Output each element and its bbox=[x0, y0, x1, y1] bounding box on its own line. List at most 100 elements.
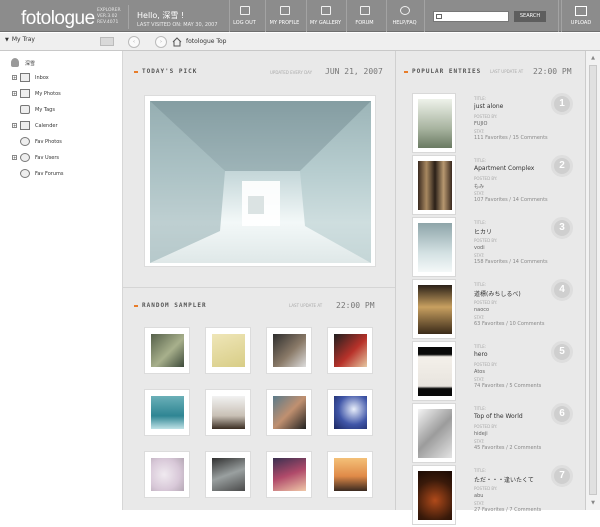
entry-thumbnail[interactable] bbox=[412, 93, 456, 153]
sampler-photo[interactable] bbox=[327, 451, 373, 498]
entry-title[interactable]: hero bbox=[474, 351, 488, 358]
entry-title[interactable]: ヒカリ bbox=[474, 227, 492, 236]
entry-title-key: TITLE: bbox=[474, 344, 487, 349]
upload-button[interactable]: UPLOAD bbox=[561, 0, 600, 32]
entry-title[interactable]: just alone bbox=[474, 103, 503, 110]
todays-pick-image bbox=[150, 101, 371, 263]
sidebar-item-label: Fav Photos bbox=[35, 139, 62, 145]
popular-entries-panel: POPULAR ENTRIES LAST UPDATE AT 22:00 PM … bbox=[395, 51, 586, 525]
popular-entry[interactable]: TITLE: hero POSTED BY: Atos STAT: 74 Fav… bbox=[396, 341, 586, 403]
entry-thumbnail[interactable] bbox=[412, 217, 456, 277]
tag-icon bbox=[20, 105, 30, 114]
help-faq-button[interactable]: HELP/FAQ bbox=[386, 0, 422, 32]
entry-stats: 107 Favorites / 14 Comments bbox=[474, 197, 548, 203]
popular-entry[interactable]: TITLE: ヒカリ POSTED BY: vodi STAT: 158 Fav… bbox=[396, 217, 586, 279]
my-gallery-button[interactable]: MY GALLERY bbox=[306, 0, 344, 32]
expand-toggle[interactable]: + bbox=[12, 75, 17, 80]
sampler-photo[interactable] bbox=[266, 327, 312, 374]
popular-entry[interactable]: TITLE: Top of the World POSTED BY: hidej… bbox=[396, 403, 586, 465]
expand-toggle[interactable]: + bbox=[12, 155, 17, 160]
inbox-icon bbox=[20, 73, 30, 82]
random-sampler-title-text: RANDOM SAMPLER bbox=[142, 302, 207, 309]
entry-image bbox=[418, 347, 452, 396]
popular-entry[interactable]: TITLE: ただ・・・逢いたくて POSTED BY: abu STAT: 2… bbox=[396, 465, 586, 527]
sampler-photo[interactable] bbox=[266, 389, 312, 436]
todays-pick-title-text: TODAY'S PICK bbox=[142, 68, 198, 75]
sampler-photo[interactable] bbox=[144, 327, 190, 374]
fav-users-icon bbox=[20, 153, 30, 162]
entry-thumbnail[interactable] bbox=[412, 341, 456, 401]
forum-button[interactable]: FORUM bbox=[346, 0, 382, 32]
popular-entry[interactable]: TITLE: 道標(みちしるべ) POSTED BY: naoco STAT: … bbox=[396, 279, 586, 341]
entry-stats: 63 Favorites / 10 Comments bbox=[474, 321, 545, 327]
pick-date: JUN 21, 2007 bbox=[325, 67, 383, 76]
back-button[interactable]: ‹ bbox=[128, 36, 140, 48]
scroll-up-icon[interactable]: ▲ bbox=[588, 54, 598, 62]
entry-thumbnail[interactable] bbox=[412, 155, 456, 215]
entry-thumbnail[interactable] bbox=[412, 279, 456, 339]
search-input[interactable] bbox=[433, 11, 509, 22]
entry-title-key: TITLE: bbox=[474, 96, 487, 101]
expand-toggle[interactable]: + bbox=[12, 123, 17, 128]
entry-stat-key: STAT: bbox=[474, 315, 485, 320]
entry-title[interactable]: Top of the World bbox=[474, 413, 523, 420]
sampler-photo[interactable] bbox=[266, 451, 312, 498]
fav-photos-icon bbox=[20, 137, 30, 146]
entry-stat-key: STAT: bbox=[474, 501, 485, 506]
entry-thumbnail[interactable] bbox=[412, 465, 456, 525]
entry-title[interactable]: ただ・・・逢いたくて bbox=[474, 475, 534, 484]
popular-entry[interactable]: TITLE: Apartment Complex POSTED BY: もみ S… bbox=[396, 155, 586, 217]
tray-view-button[interactable] bbox=[100, 37, 114, 46]
logout-button[interactable]: LOG OUT bbox=[229, 0, 259, 32]
sampler-image bbox=[212, 396, 245, 429]
expand-toggle[interactable]: + bbox=[12, 91, 17, 96]
entry-title[interactable]: Apartment Complex bbox=[474, 165, 534, 172]
entry-author[interactable]: vodi bbox=[474, 245, 485, 251]
entry-author[interactable]: hideji bbox=[474, 431, 488, 437]
sampler-photo[interactable] bbox=[205, 451, 251, 498]
sampler-image bbox=[334, 396, 367, 429]
vertical-scrollbar[interactable]: ▲ ▼ bbox=[585, 51, 600, 510]
entry-author[interactable]: FUJIO bbox=[474, 121, 487, 127]
sampler-photo[interactable] bbox=[205, 327, 251, 374]
entry-stat-key: STAT: bbox=[474, 191, 485, 196]
entry-stats: 158 Favorites / 14 Comments bbox=[474, 259, 548, 265]
scroll-down-icon[interactable]: ▼ bbox=[588, 499, 598, 507]
sampler-photo[interactable] bbox=[144, 389, 190, 436]
sidebar: 深雪 + Inbox + My Photos My Tags + Calende… bbox=[0, 51, 123, 510]
fav-forums-icon bbox=[20, 169, 30, 178]
entry-thumbnail[interactable] bbox=[412, 403, 456, 463]
sampler-photo[interactable] bbox=[327, 389, 373, 436]
breadcrumb[interactable]: fotologue Top bbox=[186, 38, 226, 45]
help-faq-label: HELP/FAQ bbox=[392, 20, 417, 26]
entry-image bbox=[418, 99, 452, 148]
search-category-icon[interactable] bbox=[436, 14, 442, 19]
home-icon[interactable] bbox=[172, 37, 182, 47]
entry-author[interactable]: Atos bbox=[474, 369, 485, 375]
entry-title[interactable]: 道標(みちしるべ) bbox=[474, 289, 521, 298]
sampler-photo[interactable] bbox=[205, 389, 251, 436]
rank-badge: 3 bbox=[551, 217, 573, 239]
user-icon bbox=[11, 58, 19, 67]
popular-entry[interactable]: TITLE: just alone POSTED BY: FUJIO STAT:… bbox=[396, 93, 586, 155]
entry-author[interactable]: もみ bbox=[474, 183, 484, 190]
todays-pick-photo[interactable] bbox=[144, 95, 376, 267]
sampler-photo[interactable] bbox=[327, 327, 373, 374]
search-button[interactable]: SEARCH bbox=[514, 11, 546, 22]
entry-stat-key: STAT: bbox=[474, 377, 485, 382]
my-profile-button[interactable]: MY PROFILE bbox=[265, 0, 303, 32]
entry-stats: 111 Favorites / 15 Comments bbox=[474, 135, 548, 141]
fotologue-logo[interactable]: fotologue EXPLORER VER.3.02 REV.4071 bbox=[5, 5, 129, 29]
my-tray-toggle[interactable]: ▼ My Tray bbox=[5, 36, 35, 43]
entry-title-key: TITLE: bbox=[474, 468, 487, 473]
sampler-update-time: 22:00 PM bbox=[336, 301, 375, 310]
entry-image bbox=[418, 285, 452, 334]
sampler-image bbox=[273, 334, 306, 367]
entry-author[interactable]: naoco bbox=[474, 307, 489, 313]
forward-button[interactable]: › bbox=[155, 36, 167, 48]
section-marker bbox=[134, 304, 138, 307]
scroll-thumb[interactable] bbox=[589, 65, 597, 495]
sampler-image bbox=[212, 458, 245, 491]
sampler-photo[interactable] bbox=[144, 451, 190, 498]
entry-author[interactable]: abu bbox=[474, 493, 483, 499]
